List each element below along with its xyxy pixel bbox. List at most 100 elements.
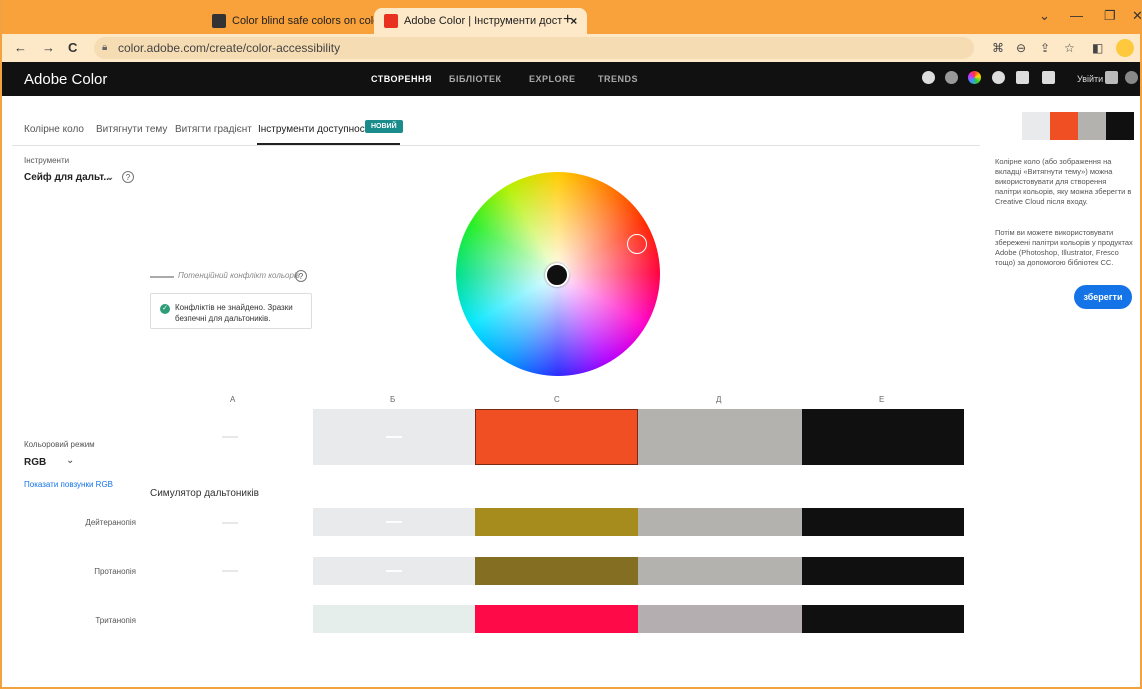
app-window: Color blind safe colors on color v × Ado… bbox=[0, 0, 1142, 689]
conflict-legend-line bbox=[150, 276, 174, 278]
swatch-e[interactable] bbox=[802, 409, 964, 465]
info-text-1: Колірне коло (або зображення на вкладці … bbox=[995, 157, 1135, 207]
translate-icon[interactable]: ⌘ bbox=[992, 41, 1004, 55]
simulator-label-deuteranopia: Дейтеранопія bbox=[85, 518, 136, 527]
swatch-label-e: E bbox=[879, 395, 885, 404]
show-rgb-sliders-link[interactable]: Показати повзунки RGB bbox=[24, 480, 113, 489]
color-mode-label: Кольоровий режим bbox=[24, 440, 95, 449]
tools-label: Інструменти bbox=[24, 156, 70, 165]
tab-extract-theme[interactable]: Витягнути тему bbox=[96, 124, 167, 135]
tab-search-chevron-icon[interactable]: ⌄ bbox=[1039, 8, 1050, 24]
help-icon[interactable]: ? bbox=[122, 171, 134, 183]
simulator-label-tritanopia: Тританопія bbox=[95, 616, 136, 625]
lock-icon: 🔒︎ bbox=[102, 42, 108, 53]
swatch-label-c: C bbox=[554, 395, 560, 404]
message-line: безпечні для дальтоників. bbox=[175, 314, 271, 323]
minimize-button[interactable]: — bbox=[1070, 8, 1083, 23]
tab-extract-gradient[interactable]: Витягти градієнт bbox=[175, 124, 252, 135]
swatch-label-d: Д bbox=[716, 395, 722, 404]
chevron-down-icon[interactable]: ⌄ bbox=[66, 455, 74, 466]
sim-swatch bbox=[313, 605, 475, 633]
color-marker-black[interactable] bbox=[545, 263, 569, 287]
creative-cloud-icon[interactable] bbox=[1125, 71, 1138, 84]
save-button[interactable]: зберегти bbox=[1074, 285, 1132, 309]
info-line: використовувати для створення bbox=[995, 177, 1107, 186]
forward-button[interactable]: → bbox=[42, 40, 55, 55]
palette-preview-swatch bbox=[1022, 112, 1050, 140]
tool-dropdown[interactable]: Сейф для дальт... bbox=[24, 172, 112, 183]
info-line: Creative Cloud після входу. bbox=[995, 197, 1088, 206]
color-mode-select[interactable]: RGB bbox=[24, 457, 46, 468]
tab-divider bbox=[12, 145, 980, 146]
url-text: color.adobe.com/create/color-accessibili… bbox=[118, 41, 341, 55]
new-tab-button[interactable]: + bbox=[563, 11, 572, 29]
reload-button[interactable]: C bbox=[68, 40, 77, 55]
nav-explore[interactable]: EXPLORE bbox=[529, 74, 576, 84]
sim-swatch bbox=[475, 605, 638, 633]
info-line: збережені палітри кольорів у продуктах bbox=[995, 238, 1133, 247]
sim-swatch bbox=[638, 508, 802, 536]
empty-swatch-dash bbox=[222, 570, 238, 572]
swatch-label-b: Б bbox=[390, 395, 396, 404]
conflict-legend-text: Потенційний конфлікт кольорів bbox=[178, 271, 300, 280]
swatch-c-selected[interactable] bbox=[475, 409, 638, 465]
info-line: тощо) за допомогою бібліотек CC. bbox=[995, 258, 1114, 267]
share-icon[interactable]: ⇪ bbox=[1040, 41, 1050, 55]
sim-swatch bbox=[475, 508, 638, 536]
zoom-icon[interactable]: ⊖ bbox=[1016, 41, 1026, 55]
info-line: палітри кольорів, яку можна зберегти в bbox=[995, 187, 1132, 196]
info-line: Колірне коло (або зображення на bbox=[995, 157, 1112, 166]
profile-avatar[interactable] bbox=[1116, 39, 1134, 57]
sim-swatch bbox=[802, 605, 964, 633]
palette-preview-swatch bbox=[1050, 112, 1078, 140]
simulator-title: Симулятор дальтоників bbox=[150, 488, 259, 499]
help-icon[interactable] bbox=[992, 71, 1005, 84]
signin-link[interactable]: Увійти bbox=[1077, 74, 1103, 84]
tab-title: Color blind safe colors on color v bbox=[232, 15, 392, 27]
palette-preview-swatch bbox=[1078, 112, 1106, 140]
notifications-icon[interactable] bbox=[1016, 71, 1029, 84]
empty-swatch-dash bbox=[222, 522, 238, 524]
sim-swatch bbox=[475, 557, 638, 585]
browser-toolbar: ← → C 🔒︎ color.adobe.com/create/color-ac… bbox=[2, 34, 1140, 62]
tab-accessibility-tools[interactable]: Інструменти доступності bbox=[258, 124, 372, 135]
info-line: Adobe (Photoshop, Illustrator, Fresco bbox=[995, 248, 1119, 257]
browser-tab-active[interactable]: Adobe Color | Інструменти дост × bbox=[374, 8, 588, 34]
legend-help-icon[interactable]: ? bbox=[295, 270, 307, 282]
simulator-label-protanopia: Протанопія bbox=[94, 567, 136, 576]
chevron-down-icon[interactable]: ⌄ bbox=[106, 172, 114, 183]
page-favicon-icon bbox=[212, 14, 226, 28]
swatch-dash bbox=[386, 570, 402, 572]
new-badge: НОВИЙ bbox=[365, 120, 403, 133]
settings-icon[interactable] bbox=[922, 71, 935, 84]
feedback-icon[interactable] bbox=[1042, 71, 1055, 84]
swatch-dash bbox=[386, 436, 402, 438]
restore-button[interactable]: ❐ bbox=[1104, 8, 1116, 24]
color-wheel-icon[interactable] bbox=[968, 71, 981, 84]
info-line: вкладці «Витягнути тему») можна bbox=[995, 167, 1113, 176]
color-marker-orange[interactable] bbox=[627, 234, 647, 254]
app-logo[interactable]: Adobe Color bbox=[24, 71, 107, 88]
theme-icon[interactable] bbox=[945, 71, 958, 84]
swatch-label-a: A bbox=[230, 395, 236, 404]
nav-create[interactable]: СТВОРЕННЯ bbox=[371, 74, 432, 84]
side-panel-icon[interactable]: ◧ bbox=[1092, 41, 1103, 55]
swatch-d[interactable] bbox=[638, 409, 802, 465]
nav-trends[interactable]: TRENDS bbox=[598, 74, 638, 84]
adobe-favicon-icon bbox=[384, 14, 398, 28]
nav-libraries[interactable]: БІБЛІОТЕК bbox=[449, 74, 502, 84]
tab-color-wheel[interactable]: Колірне коло bbox=[24, 124, 84, 135]
info-line: Потім ви можете використовувати bbox=[995, 228, 1114, 237]
close-window-button[interactable]: ✕ bbox=[1132, 8, 1142, 24]
checkmark-icon: ✓ bbox=[160, 304, 170, 314]
address-bar[interactable]: 🔒︎ color.adobe.com/create/color-accessib… bbox=[94, 37, 974, 59]
sim-swatch bbox=[802, 508, 964, 536]
bookmark-star-icon[interactable]: ☆ bbox=[1064, 41, 1075, 55]
apps-grid-icon[interactable] bbox=[1105, 71, 1118, 84]
sim-swatch bbox=[638, 557, 802, 585]
back-button[interactable]: ← bbox=[14, 40, 27, 55]
palette-preview-swatch bbox=[1106, 112, 1134, 140]
empty-swatch-dash bbox=[222, 436, 238, 438]
message-line: Конфліктів не знайдено. Зразки bbox=[175, 303, 293, 312]
app-header: Adobe Color СТВОРЕННЯ БІБЛІОТЕК EXPLORE … bbox=[2, 62, 1140, 96]
